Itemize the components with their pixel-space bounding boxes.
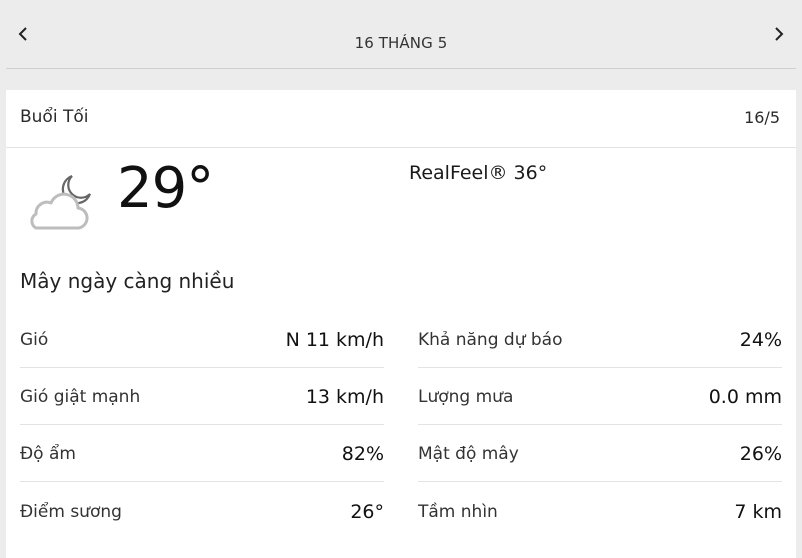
detail-label: Điểm sương: [20, 501, 122, 522]
realfeel-temperature: RealFeel® 36°: [409, 162, 548, 184]
current-conditions: 29° RealFeel® 36°: [6, 148, 796, 260]
weather-phrase: Mây ngày càng nhiều: [20, 269, 235, 293]
cloud-moon-icon: [30, 174, 92, 230]
detail-label: Tầm nhìn: [418, 501, 498, 522]
detail-row-cloud-cover: Mật độ mây 26%: [418, 425, 782, 482]
detail-row-wind-gusts: Gió giật mạnh 13 km/h: [20, 368, 384, 425]
detail-row-dew-point: Điểm sương 26°: [20, 482, 384, 539]
detail-value: 0.0 mm: [708, 386, 782, 408]
details-column-left: Gió N 11 km/h Gió giật mạnh 13 km/h Độ ẩ…: [20, 311, 384, 539]
details-grid: Gió N 11 km/h Gió giật mạnh 13 km/h Độ ẩ…: [20, 311, 782, 539]
chevron-right-icon: [775, 27, 784, 41]
detail-label: Khả năng dự báo: [418, 330, 563, 350]
detail-value: 24%: [739, 329, 782, 351]
detail-value: N 11 km/h: [285, 329, 384, 351]
date-navigation-bar: 16 THÁNG 5: [6, 0, 796, 69]
detail-label: Lượng mưa: [418, 387, 514, 407]
detail-row-probability: Khả năng dự báo 24%: [418, 311, 782, 368]
detail-row-wind: Gió N 11 km/h: [20, 311, 384, 368]
detail-value: 82%: [341, 443, 384, 465]
forecast-card: Buổi Tối 16/5 29° RealFeel® 36° Mây ngày…: [6, 90, 796, 558]
next-day-button[interactable]: [762, 0, 796, 68]
detail-label: Độ ẩm: [20, 444, 76, 464]
period-label: Buổi Tối: [20, 107, 89, 127]
detail-value: 26°: [350, 500, 384, 523]
detail-value: 13 km/h: [305, 386, 384, 408]
card-header: Buổi Tối 16/5: [6, 90, 796, 148]
temperature: 29°: [117, 156, 214, 221]
detail-label: Gió: [20, 330, 49, 350]
detail-value: 26%: [739, 443, 782, 465]
detail-value: 7 km: [734, 500, 782, 523]
details-column-right: Khả năng dự báo 24% Lượng mưa 0.0 mm Mật…: [418, 311, 782, 539]
date-title: 16 THÁNG 5: [354, 34, 448, 52]
detail-label: Gió giật mạnh: [20, 387, 141, 407]
detail-row-humidity: Độ ẩm 82%: [20, 425, 384, 482]
detail-row-visibility: Tầm nhìn 7 km: [418, 482, 782, 539]
detail-row-precipitation: Lượng mưa 0.0 mm: [418, 368, 782, 425]
detail-label: Mật độ mây: [418, 444, 519, 464]
short-date: 16/5: [744, 108, 780, 127]
